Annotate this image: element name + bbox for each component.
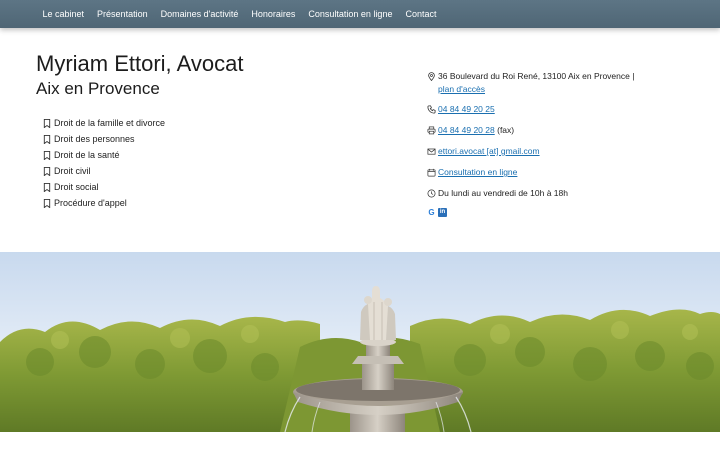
practice-item[interactable]: Droit social xyxy=(43,179,165,195)
top-navbar: Le cabinet Présentation Domaines d'activ… xyxy=(0,0,720,28)
practice-item-label: Droit de la santé xyxy=(54,150,120,160)
social-links: G in xyxy=(427,208,697,217)
nav-item-contact[interactable]: Contact xyxy=(399,9,443,19)
printer-icon xyxy=(427,126,436,135)
nav-menu: Le cabinet Présentation Domaines d'activ… xyxy=(0,0,720,28)
fax-suffix: (fax) xyxy=(497,125,515,135)
bookmark-icon xyxy=(43,166,51,176)
address-row: 36 Boulevard du Roi René, 13100 Aix en P… xyxy=(427,70,697,103)
nav-item-domaines[interactable]: Domaines d'activité xyxy=(154,9,245,19)
calendar-icon xyxy=(427,168,436,177)
nav-item-honoraires[interactable]: Honoraires xyxy=(245,9,302,19)
address-text: 36 Boulevard du Roi René, 13100 Aix en P… xyxy=(438,71,635,81)
practice-item[interactable]: Droit des personnes xyxy=(43,131,165,147)
bookmark-icon xyxy=(43,118,51,128)
practice-item[interactable]: Procédure d'appel xyxy=(43,195,165,211)
hero-image xyxy=(0,252,720,432)
bookmark-icon xyxy=(43,182,51,192)
phone-row: 04 84 49 20 25 xyxy=(427,103,697,124)
nav-item-consultation[interactable]: Consultation en ligne xyxy=(302,9,399,19)
consultation-row: Consultation en ligne xyxy=(427,166,697,187)
consultation-link[interactable]: Consultation en ligne xyxy=(438,166,517,179)
envelope-icon xyxy=(427,148,436,155)
nav-item-presentation[interactable]: Présentation xyxy=(91,9,155,19)
contact-block: 36 Boulevard du Roi René, 13100 Aix en P… xyxy=(427,70,697,217)
practice-item-label: Droit de la famille et divorce xyxy=(54,118,166,128)
email-row: ettori.avocat [at] gmail.com xyxy=(427,145,697,166)
practice-item-label: Droit des personnes xyxy=(54,134,135,144)
page-subtitle: Aix en Provence xyxy=(36,79,160,98)
map-link[interactable]: plan d'accès xyxy=(438,84,485,94)
practice-item-label: Droit social xyxy=(54,182,99,192)
fountain-illustration xyxy=(0,252,720,432)
bookmark-icon xyxy=(43,134,51,144)
phone-link[interactable]: 04 84 49 20 25 xyxy=(438,103,495,116)
practice-item-label: Droit civil xyxy=(54,166,91,176)
practice-item-label: Procédure d'appel xyxy=(54,198,127,208)
email-link[interactable]: ettori.avocat [at] gmail.com xyxy=(438,145,540,158)
hours-row: Du lundi au vendredi de 10h à 18h xyxy=(427,187,697,208)
practice-item[interactable]: Droit civil xyxy=(43,163,165,179)
bookmark-icon xyxy=(43,198,51,208)
location-pin-icon xyxy=(428,72,435,81)
practice-areas-list: Droit de la famille et divorce Droit des… xyxy=(43,115,165,211)
practice-item[interactable]: Droit de la santé xyxy=(43,147,165,163)
fax-link[interactable]: 04 84 49 20 28 xyxy=(438,125,495,135)
fax-row: 04 84 49 20 28 (fax) xyxy=(427,124,697,145)
page-title: Myriam Ettori, Avocat xyxy=(36,51,244,76)
phone-icon xyxy=(427,105,436,114)
clock-icon xyxy=(427,189,436,198)
bookmark-icon xyxy=(43,150,51,160)
main-section: Myriam Ettori, Avocat Aix en Provence Dr… xyxy=(0,28,720,252)
page-bottom-strip xyxy=(0,432,720,450)
linkedin-icon[interactable]: in xyxy=(438,208,447,217)
google-icon[interactable]: G xyxy=(427,208,436,217)
practice-item[interactable]: Droit de la famille et divorce xyxy=(43,115,165,131)
hours-text: Du lundi au vendredi de 10h à 18h xyxy=(438,188,568,198)
nav-item-le-cabinet[interactable]: Le cabinet xyxy=(36,9,91,19)
